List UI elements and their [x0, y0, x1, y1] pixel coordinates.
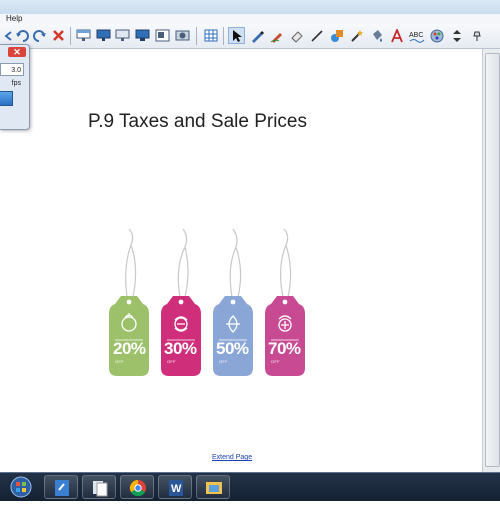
notebook-icon[interactable]	[44, 475, 78, 499]
page-title: P.9 Taxes and Sale Prices	[88, 111, 307, 132]
fill-icon[interactable]	[368, 27, 385, 44]
screen-shade-icon[interactable]	[75, 27, 92, 44]
tag-20-off: OFF	[115, 359, 124, 364]
toolbar-separator	[223, 27, 224, 45]
monitor-icon[interactable]	[134, 27, 151, 44]
vertical-scrollbar[interactable]	[482, 49, 500, 472]
line-icon[interactable]	[308, 27, 325, 44]
recorder-fps-field[interactable]: 3.0 fps	[0, 63, 24, 87]
select-icon[interactable]	[228, 27, 245, 44]
shape-icon[interactable]	[328, 27, 345, 44]
toolbar-separator	[196, 27, 197, 45]
eraser-icon[interactable]	[288, 27, 305, 44]
text-icon[interactable]	[388, 27, 405, 44]
tag-30-label: 30%	[164, 339, 197, 358]
extend-page-link[interactable]: Extend Page	[212, 454, 252, 461]
recorder-widget[interactable]: ✕ 3.0 fps	[0, 44, 30, 130]
display-alt-icon[interactable]	[114, 27, 131, 44]
capture-icon[interactable]	[154, 27, 171, 44]
tag-50-label: 50%	[216, 339, 249, 358]
toolbar: ABC	[0, 24, 500, 49]
display-icon[interactable]	[95, 27, 112, 44]
files-icon[interactable]	[82, 475, 116, 499]
recognition-icon[interactable]: ABC	[408, 27, 425, 44]
whiteboard-page[interactable]: P.9 Taxes and Sale Prices 20% OFF 30% OF…	[0, 49, 482, 472]
tag-70-off: OFF	[271, 359, 280, 364]
tag-20-label: 20%	[113, 339, 146, 358]
magic-pen-icon[interactable]	[348, 27, 365, 44]
creative-pen-icon[interactable]	[268, 27, 285, 44]
explorer-icon[interactable]	[196, 475, 230, 499]
undo-icon[interactable]	[13, 27, 30, 44]
tag-30-off: OFF	[167, 359, 176, 364]
tag-group	[109, 296, 305, 376]
recorder-close-button[interactable]: ✕	[8, 47, 26, 57]
chrome-icon[interactable]	[120, 475, 154, 499]
pen-icon[interactable]	[248, 27, 265, 44]
menu-help[interactable]: Help	[6, 14, 22, 24]
redo-icon[interactable]	[31, 27, 48, 44]
window-title-bar	[0, 0, 500, 14]
toolbar-separator	[70, 27, 71, 45]
table-icon[interactable]	[202, 27, 219, 44]
more-icon[interactable]	[448, 27, 465, 44]
tag-70-label: 70%	[268, 339, 301, 358]
start-icon[interactable]	[6, 475, 36, 499]
document-camera-icon[interactable]	[174, 27, 191, 44]
tag-20	[109, 296, 149, 376]
scrollbar-thumb[interactable]	[485, 53, 500, 467]
properties-icon[interactable]	[428, 27, 445, 44]
tag-30	[161, 296, 201, 376]
delete-icon[interactable]	[50, 27, 67, 44]
tag-50-off: OFF	[219, 359, 228, 364]
svg-text:ABC: ABC	[409, 32, 423, 39]
pin-icon[interactable]	[468, 27, 485, 44]
svg-text:W: W	[171, 483, 182, 495]
taskbar: W	[0, 472, 500, 501]
tag-70	[265, 296, 305, 376]
recorder-record-button[interactable]	[0, 91, 13, 106]
word-icon[interactable]: W	[158, 475, 192, 499]
tag-50	[213, 296, 253, 376]
